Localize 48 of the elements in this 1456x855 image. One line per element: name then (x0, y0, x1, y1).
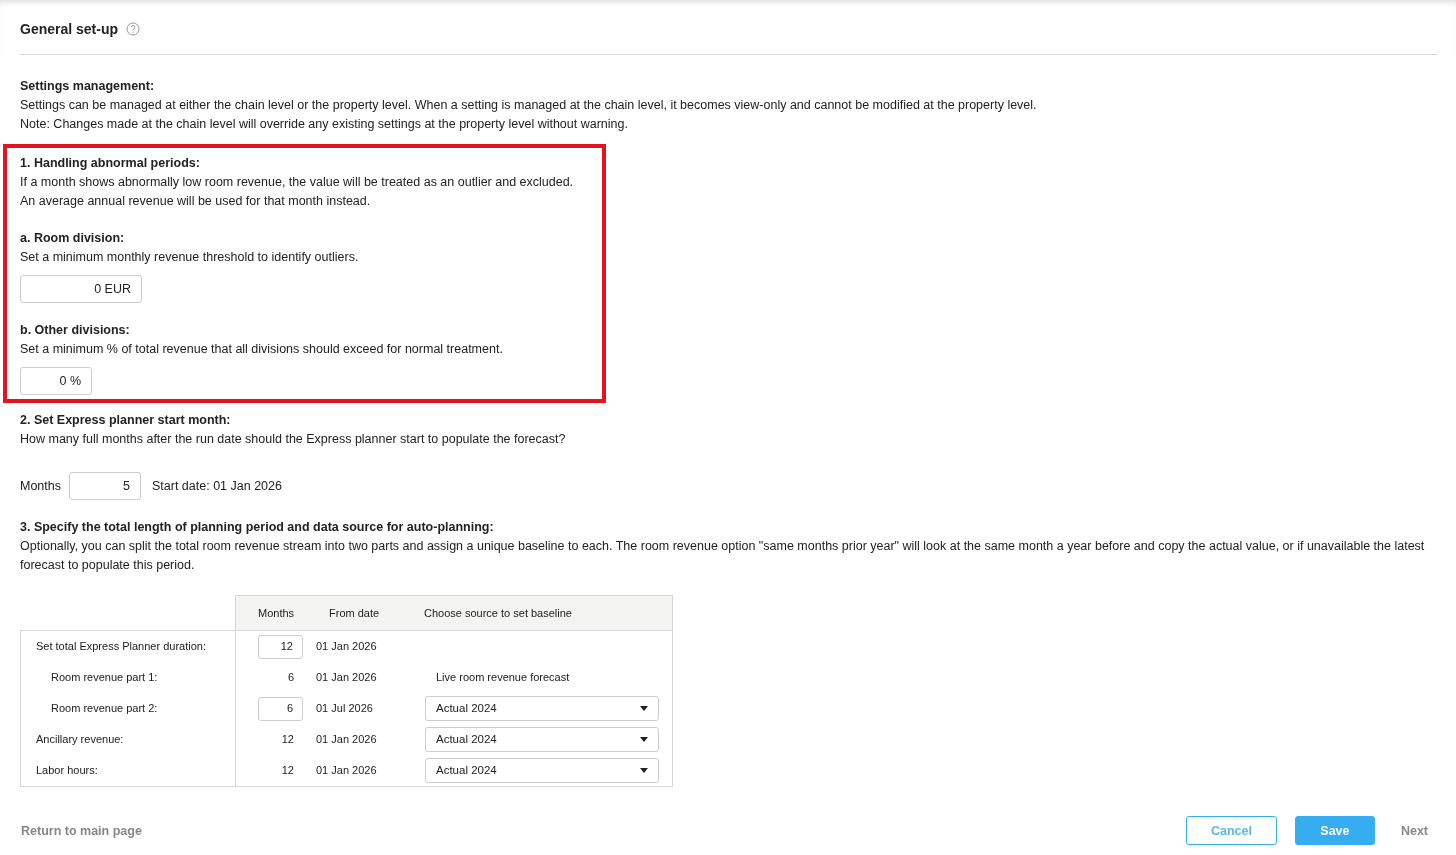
table-cell-text: 01 Jan 2026 (316, 670, 377, 685)
source-dropdown[interactable]: Actual 2024 (425, 727, 659, 752)
info-text: Set a minimum monthly revenue threshold to identify outliers. (20, 249, 360, 266)
source-dropdown[interactable]: Actual 2024 (425, 696, 659, 721)
column-header: From date (329, 605, 380, 621)
table-cell-text: 01 Jan 2026 (316, 639, 377, 654)
caret-icon (640, 706, 648, 711)
info-text: Optionally, you can split the total room revenue stream into two parts and assign a unique baseline to each. The room revenue option "same months prior year" will look at the same month a year before and copy the actual value, or if unavailable the latest forecast to populate this period. (20, 538, 1426, 574)
help-icon[interactable] (126, 22, 141, 36)
table-cell-text: 01 Jan 2026 (316, 763, 377, 778)
table-cell-text: 01 Jul 2026 (316, 701, 373, 716)
column-header: Choose source to set baseline (424, 605, 572, 621)
section-heading: 3. Specify the total length of planning period and data source for auto-planning: (20, 519, 495, 536)
info-text: An average annual revenue will be used for that month instead. (20, 193, 372, 210)
table-cell-text: Live room revenue forecast (436, 670, 570, 685)
table-cell-text: 12 (280, 732, 295, 747)
threshold-field[interactable]: 0 % (20, 367, 92, 395)
caret-icon (640, 737, 648, 742)
row-label: Ancillary revenue: (36, 732, 124, 747)
row-label: Labor hours: (36, 763, 98, 778)
return-link[interactable]: Return to main page (21, 823, 142, 838)
info-text: Settings can be managed at either the chain level or the property level. When a setting is managed at the chain level, it becomes view-only and cannot be modified at the property level. (20, 97, 1038, 114)
column-header: Months (258, 605, 295, 621)
section-heading: Settings management: (20, 78, 156, 95)
info-text: Note: Changes made at the chain level will override any existing settings at the property level without warning. (20, 116, 629, 133)
months-field[interactable]: 12 (258, 634, 303, 659)
months-field[interactable]: 5 (69, 472, 141, 500)
section-heading: 2. Set Express planner start month: (20, 412, 232, 429)
caret-icon (640, 768, 648, 773)
section-heading: 1. Handling abnormal periods: (20, 155, 201, 172)
next-button[interactable]: Next (1392, 816, 1436, 845)
page-title: General set-up (20, 21, 119, 37)
field-label: Months (20, 477, 61, 495)
subsection-heading: a. Room division: (20, 230, 126, 247)
months-field[interactable]: 6 (258, 696, 303, 721)
threshold-field[interactable]: 0 EUR (20, 275, 142, 303)
table-cell-text: 12 (280, 763, 295, 778)
source-dropdown[interactable]: Actual 2024 (425, 758, 659, 783)
info-text: If a month shows abnormally low room revenue, the value will be treated as an outlier and excluded. (20, 174, 575, 191)
table-cell-text: 01 Jan 2026 (316, 732, 377, 747)
info-text: How many full months after the run date should the Express planner start to populate the forecast? (20, 431, 567, 448)
row-label: Room revenue part 2: (51, 701, 158, 716)
row-label: Room revenue part 1: (51, 670, 158, 685)
start-date-text: Start date: 01 Jan 2026 (152, 477, 282, 495)
table-cell-text: 6 (286, 670, 295, 685)
info-text: Set a minimum % of total revenue that all divisions should exceed for normal treatment. (20, 341, 504, 358)
subsection-heading: b. Other divisions: (20, 322, 131, 339)
row-label: Set total Express Planner duration: (36, 639, 206, 654)
